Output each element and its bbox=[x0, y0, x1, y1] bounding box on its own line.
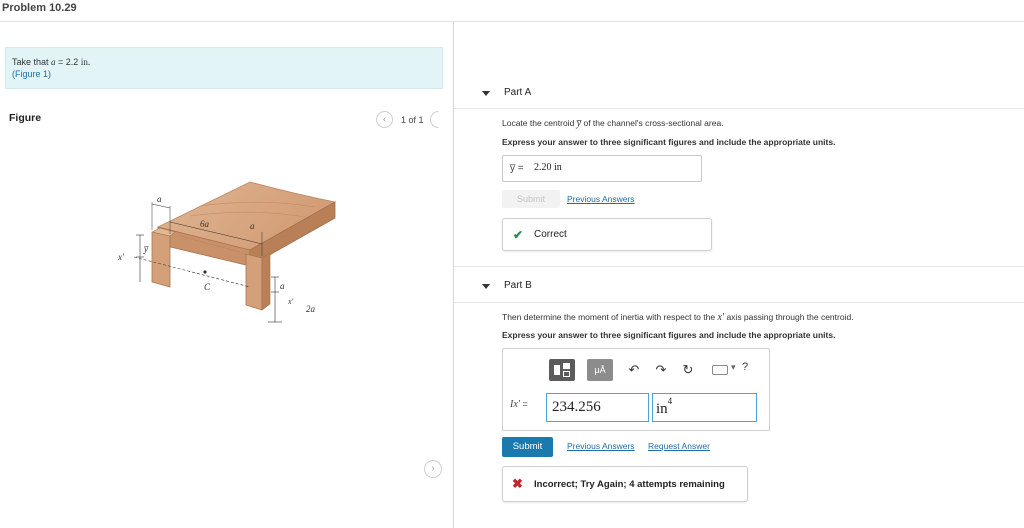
value-input[interactable]: 234.256 bbox=[546, 393, 649, 422]
label-x-prime-left: x′ bbox=[117, 252, 125, 262]
part-a-feedback: ✔ Correct bbox=[502, 218, 712, 251]
part-a-label: Part A bbox=[504, 87, 532, 98]
part-b-feedback: ✖ Incorrect; Try Again; 4 attempts remai… bbox=[502, 466, 748, 502]
label-y-bar: y̅ bbox=[143, 244, 149, 254]
part-a-answer-label: y̅ = bbox=[510, 163, 524, 174]
label-x-prime-right: x′ bbox=[287, 297, 294, 306]
part-a-instruction: Express your answer to three significant… bbox=[502, 137, 836, 147]
chevron-right-icon[interactable] bbox=[430, 111, 439, 128]
channel-figure: a 6a a y̅ x′ C x′ a 2a bbox=[117, 181, 337, 323]
label-6a: 6a bbox=[200, 219, 210, 229]
figure-counter: 1 of 1 bbox=[401, 115, 424, 125]
unit-input[interactable]: in4 bbox=[652, 393, 757, 422]
left-panel: Take that a = 2.2 in. (Figure 1) Figure … bbox=[0, 22, 454, 528]
part-a-submit-button: Submit bbox=[502, 190, 560, 208]
page-header: Problem 10.29 bbox=[0, 0, 1024, 22]
caret-down-icon bbox=[482, 284, 490, 289]
math-toolbar: μÅ ↶ ↷ ↻ ▾ ? bbox=[549, 359, 749, 381]
channel-right-leg bbox=[245, 253, 263, 311]
chevron-right-icon[interactable]: › bbox=[424, 460, 442, 478]
channel-left-leg bbox=[151, 231, 171, 288]
part-a-question: Locate the centroid y̅ of the channel's … bbox=[502, 118, 724, 129]
figure-link[interactable]: (Figure 1) bbox=[12, 69, 51, 79]
label-a-right: a bbox=[250, 221, 255, 231]
part-a-divider bbox=[454, 108, 1024, 109]
label-2a: 2a bbox=[306, 304, 316, 314]
units-button[interactable]: μÅ bbox=[587, 359, 613, 381]
chevron-left-icon[interactable]: ‹ bbox=[376, 111, 393, 128]
checkmark-icon: ✔ bbox=[513, 228, 524, 242]
label-c: C bbox=[204, 282, 211, 292]
label-a-side: a bbox=[280, 281, 285, 291]
request-answer-link[interactable]: Request Answer bbox=[648, 441, 710, 451]
part-b-previous-answers-link[interactable]: Previous Answers bbox=[567, 441, 635, 451]
givens-text: Take that a = 2.2 in. bbox=[12, 57, 91, 67]
part-b-instruction: Express your answer to three significant… bbox=[502, 330, 836, 340]
x-mark-icon: ✖ bbox=[512, 476, 523, 491]
keyboard-dropdown-icon[interactable]: ▾ bbox=[731, 362, 736, 373]
keyboard-icon[interactable] bbox=[712, 365, 728, 375]
redo-icon[interactable]: ↷ bbox=[654, 362, 668, 378]
part-b-answer-editor: μÅ ↶ ↷ ↻ ▾ ? Ix′ = 234.256 in4 bbox=[502, 348, 770, 431]
undo-icon[interactable]: ↶ bbox=[627, 362, 641, 378]
part-b-divider bbox=[454, 302, 1024, 303]
part-b-submit-button[interactable]: Submit bbox=[502, 437, 553, 457]
part-a-answer-box: y̅ = 2.20 in bbox=[502, 155, 702, 182]
figure-heading: Figure bbox=[9, 112, 42, 124]
part-b-answer-label: Ix′ = bbox=[510, 399, 528, 410]
part-a-feedback-text: Correct bbox=[534, 229, 567, 240]
part-b-feedback-text: Incorrect; Try Again; 4 attempts remaini… bbox=[534, 479, 725, 490]
part-b-label: Part B bbox=[504, 280, 532, 291]
part-b-divider-top bbox=[454, 266, 1024, 267]
part-a-answer-value: 2.20 in bbox=[534, 162, 562, 173]
right-panel: Part A Locate the centroid y̅ of the cha… bbox=[454, 22, 1024, 528]
templates-icon[interactable] bbox=[549, 359, 575, 381]
label-a-top: a bbox=[157, 194, 162, 204]
givens-box: Take that a = 2.2 in. (Figure 1) bbox=[5, 47, 443, 89]
reset-icon[interactable]: ↻ bbox=[681, 362, 695, 378]
page-title: Problem 10.29 bbox=[2, 2, 77, 14]
help-icon[interactable]: ? bbox=[742, 361, 748, 373]
part-a-previous-answers-link[interactable]: Previous Answers bbox=[567, 194, 635, 204]
part-b-question: Then determine the moment of inertia wit… bbox=[502, 312, 854, 323]
caret-down-icon bbox=[482, 91, 490, 96]
